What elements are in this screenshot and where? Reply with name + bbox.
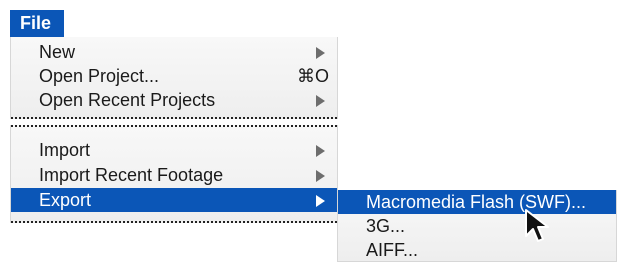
menu-item-import-label: Import: [39, 140, 91, 160]
submenu-arrow-icon: [316, 47, 325, 59]
submenu-arrow-icon: [316, 95, 325, 107]
submenu-item-3g[interactable]: 3G...: [338, 214, 616, 238]
mouse-pointer-icon: [525, 209, 549, 242]
file-menu-section-1: New Open Project... ⌘O Open Recent Proje…: [10, 37, 338, 119]
menu-item-open-recent-projects-label: Open Recent Projects: [39, 90, 216, 110]
menu-item-new-label: New: [39, 42, 76, 62]
menu-item-export[interactable]: Export: [11, 188, 337, 212]
menu-item-import[interactable]: Import: [11, 138, 337, 162]
menu-item-open-project[interactable]: Open Project... ⌘O: [11, 64, 337, 88]
file-menu-title[interactable]: File: [10, 10, 64, 37]
submenu-item-macromedia-flash-swf[interactable]: Macromedia Flash (SWF)...: [338, 190, 616, 214]
export-submenu: Macromedia Flash (SWF)... 3G... AIFF...: [337, 190, 617, 262]
menu-item-new[interactable]: New: [11, 40, 337, 64]
submenu-item-aiff-label: AIFF...: [366, 240, 419, 260]
submenu-item-aiff[interactable]: AIFF...: [338, 238, 616, 262]
menu-item-open-recent-projects[interactable]: Open Recent Projects: [11, 88, 337, 112]
menu-item-export-label: Export: [39, 190, 92, 210]
menu-item-import-recent-footage-label: Import Recent Footage: [39, 165, 224, 185]
menu-item-open-project-label: Open Project...: [39, 66, 160, 86]
submenu-item-3g-label: 3G...: [366, 216, 406, 236]
menu-item-open-project-shortcut: ⌘O: [296, 66, 329, 86]
submenu-arrow-icon: [316, 145, 325, 157]
submenu-arrow-icon: [316, 170, 325, 182]
submenu-arrow-icon: [316, 195, 325, 207]
file-menu-section-2: Import Import Recent Footage Export: [10, 125, 338, 223]
menu-item-import-recent-footage[interactable]: Import Recent Footage: [11, 163, 337, 187]
